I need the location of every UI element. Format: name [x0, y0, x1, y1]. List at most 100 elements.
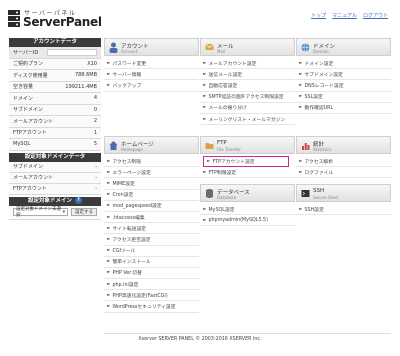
item-label: メールアカウント設定: [208, 61, 257, 67]
arrow-right-icon: ►: [107, 203, 111, 209]
error-page-link[interactable]: ► エラーページ設定: [104, 167, 199, 179]
house-icon: [109, 141, 118, 150]
arrow-right-icon: ►: [107, 180, 111, 186]
homepage-panel-header: ホームページ Homepage: [104, 136, 199, 154]
mysql-count-row: MySQL 5: [9, 139, 101, 151]
ssh-settings-link[interactable]: ► SSH設定: [296, 204, 391, 216]
arrow-right-icon: ►: [107, 214, 111, 220]
arrow-right-icon: ►: [203, 71, 207, 77]
arrow-right-icon: ►: [107, 270, 111, 276]
target-domain-select[interactable]: 設定対象ドメイン未選択 ▾: [13, 207, 68, 218]
phpmyadmin-link[interactable]: ► phpmyadmin(MySQL5.5): [200, 215, 295, 227]
target-ftp-value: -: [95, 185, 97, 192]
item-label: FTP制限設定: [208, 170, 237, 176]
mime-link[interactable]: ► MIME設定: [104, 178, 199, 190]
easy-install-link[interactable]: ► 簡単インストール: [104, 257, 199, 268]
main-panels: アカウント Account ► パスワード変更 ► サーバー情報 ► バックアップ ホ…: [104, 38, 391, 333]
arrow-right-icon: ►: [299, 82, 303, 88]
server-id-value: [47, 48, 97, 56]
outgoing-mail-link[interactable]: ► 送信メール設定: [200, 69, 295, 81]
account-panel: アカウント Account ► パスワード変更 ► サーバー情報 ► バックアップ: [104, 38, 199, 92]
arrow-right-icon: ►: [203, 105, 207, 111]
item-label: ログファイル: [304, 170, 334, 176]
cgi-tools-link[interactable]: ► CGIツール: [104, 246, 199, 257]
top-link[interactable]: トップ: [311, 12, 326, 19]
smtp-restriction-link[interactable]: ► SMTP認証の国外アクセス制限設定: [200, 92, 295, 103]
mysql-settings-link[interactable]: ► MySQL設定: [200, 204, 295, 216]
password-change-link[interactable]: ► パスワード変更: [104, 58, 199, 70]
verification-url-link[interactable]: ► 動作確認URL: [296, 103, 391, 114]
target-domain-select-value: 設定対象ドメイン未選択: [16, 207, 61, 218]
logo-icon: [8, 10, 20, 27]
top-links: トップ マニュアル ログアウト: [311, 12, 388, 19]
server-info-link[interactable]: ► サーバー情報: [104, 69, 199, 81]
manual-link[interactable]: マニュアル: [332, 12, 357, 19]
arrow-right-icon: ►: [203, 169, 207, 175]
item-label: バックアップ: [112, 83, 142, 89]
serverpanel-logo[interactable]: サーバーパネル ServerPanel: [8, 8, 108, 30]
footer-divider: [104, 333, 391, 334]
php-version-link[interactable]: ► PHP Ver.切替: [104, 268, 199, 280]
account-icon: [109, 42, 118, 53]
arrow-right-icon: ►: [107, 304, 111, 310]
ftp-panel-header: FTP File Transfer: [200, 136, 295, 154]
arrow-right-icon: ►: [299, 105, 303, 111]
logout-link[interactable]: ログアウト: [363, 12, 388, 19]
arrow-right-icon: ►: [207, 159, 211, 165]
auto-reply-link[interactable]: ► 自動応答設定: [200, 80, 295, 92]
subdomain-settings-link[interactable]: ► サブドメイン設定: [296, 69, 391, 81]
ftp-restriction-link[interactable]: ► FTP制限設定: [200, 167, 295, 179]
item-label: 簡単インストール: [112, 260, 151, 266]
target-domain-title: 設定対象ドメイン: [27, 197, 72, 204]
help-icon[interactable]: ?: [75, 196, 82, 204]
item-label: パスワード変更: [112, 61, 147, 67]
mysql-count-label: MySQL: [13, 141, 31, 148]
site-forward-link[interactable]: ► サイト転送設定: [104, 223, 199, 235]
mysql-count-value: 5: [93, 141, 97, 148]
item-label: アクセス解析: [304, 159, 334, 165]
mail-filter-link[interactable]: ► メールの振り分け: [200, 103, 295, 114]
item-label: エラーページ設定: [112, 170, 151, 176]
access-analysis-link[interactable]: ► アクセス解析: [296, 156, 391, 168]
item-label: MIME設定: [112, 181, 135, 187]
target-mail-row: メールアカウント -: [9, 172, 101, 184]
arrow-right-icon: ►: [107, 169, 111, 175]
arrow-right-icon: ►: [203, 217, 207, 223]
ssl-settings-link[interactable]: ► SSL設定: [296, 92, 391, 103]
server-id-row: サーバーID: [9, 47, 101, 59]
domain-panel-subtitle: Domain: [313, 49, 329, 54]
item-label: phpmyadmin(MySQL5.5): [208, 217, 268, 223]
arrow-right-icon: ►: [203, 116, 207, 122]
access-restriction-link[interactable]: ► アクセス制限: [104, 156, 199, 168]
free-space-row: 空き容量 199211.4MB: [9, 81, 101, 93]
dns-record-link[interactable]: ► DNSレコード設定: [296, 80, 391, 92]
php-ini-link[interactable]: ► php.ini設定: [104, 279, 199, 291]
cron-link[interactable]: ► Cron設定: [104, 190, 199, 201]
ftp-account-link[interactable]: ► FTPアカウント設定: [203, 156, 289, 168]
access-deny-link[interactable]: ► アクセス拒否設定: [104, 234, 199, 246]
domain-settings-link[interactable]: ► ドメイン設定: [296, 58, 391, 70]
item-label: アクセス制限: [112, 159, 142, 165]
log-file-link[interactable]: ► ログファイル: [296, 167, 391, 179]
item-label: メールの振り分け: [208, 106, 247, 112]
subdomain-count-label: サブドメイン: [13, 107, 44, 114]
mailing-list-link[interactable]: ► メーリングリスト・メールマガジン: [200, 114, 295, 126]
item-label: 動作確認URL: [304, 106, 334, 112]
set-domain-button[interactable]: 設定する: [71, 208, 97, 216]
fastcgi-link[interactable]: ► PHP高速化設定(FastCGI): [104, 290, 199, 302]
wordpress-security-link[interactable]: ► WordPressセキュリティ設定: [104, 301, 199, 313]
ssh-panel: SSH Secure Shell ► SSH設定: [296, 184, 391, 216]
backup-link[interactable]: ► バックアップ: [104, 80, 199, 92]
htaccess-link[interactable]: ► .htaccess編集: [104, 212, 199, 224]
ftp-panel-title: FTP: [217, 140, 227, 146]
arrow-right-icon: ►: [107, 292, 111, 298]
mail-count-row: メールアカウント 2: [9, 116, 101, 128]
mail-account-link[interactable]: ► メールアカウント設定: [200, 58, 295, 70]
ssh-panel-title: SSH: [313, 188, 325, 194]
sidebar: アカウントデータ サーバーID ご契約プラン X10 ディスク使用量 788.6MB…: [9, 38, 101, 220]
item-label: Cron設定: [112, 193, 134, 199]
pagespeed-link[interactable]: ► mod_pagespeed設定: [104, 201, 199, 212]
free-space-label: 空き容量: [13, 84, 34, 91]
mail-panel-subtitle: Mail: [217, 49, 226, 54]
ssh-panel-subtitle: Secure Shell: [313, 195, 338, 200]
